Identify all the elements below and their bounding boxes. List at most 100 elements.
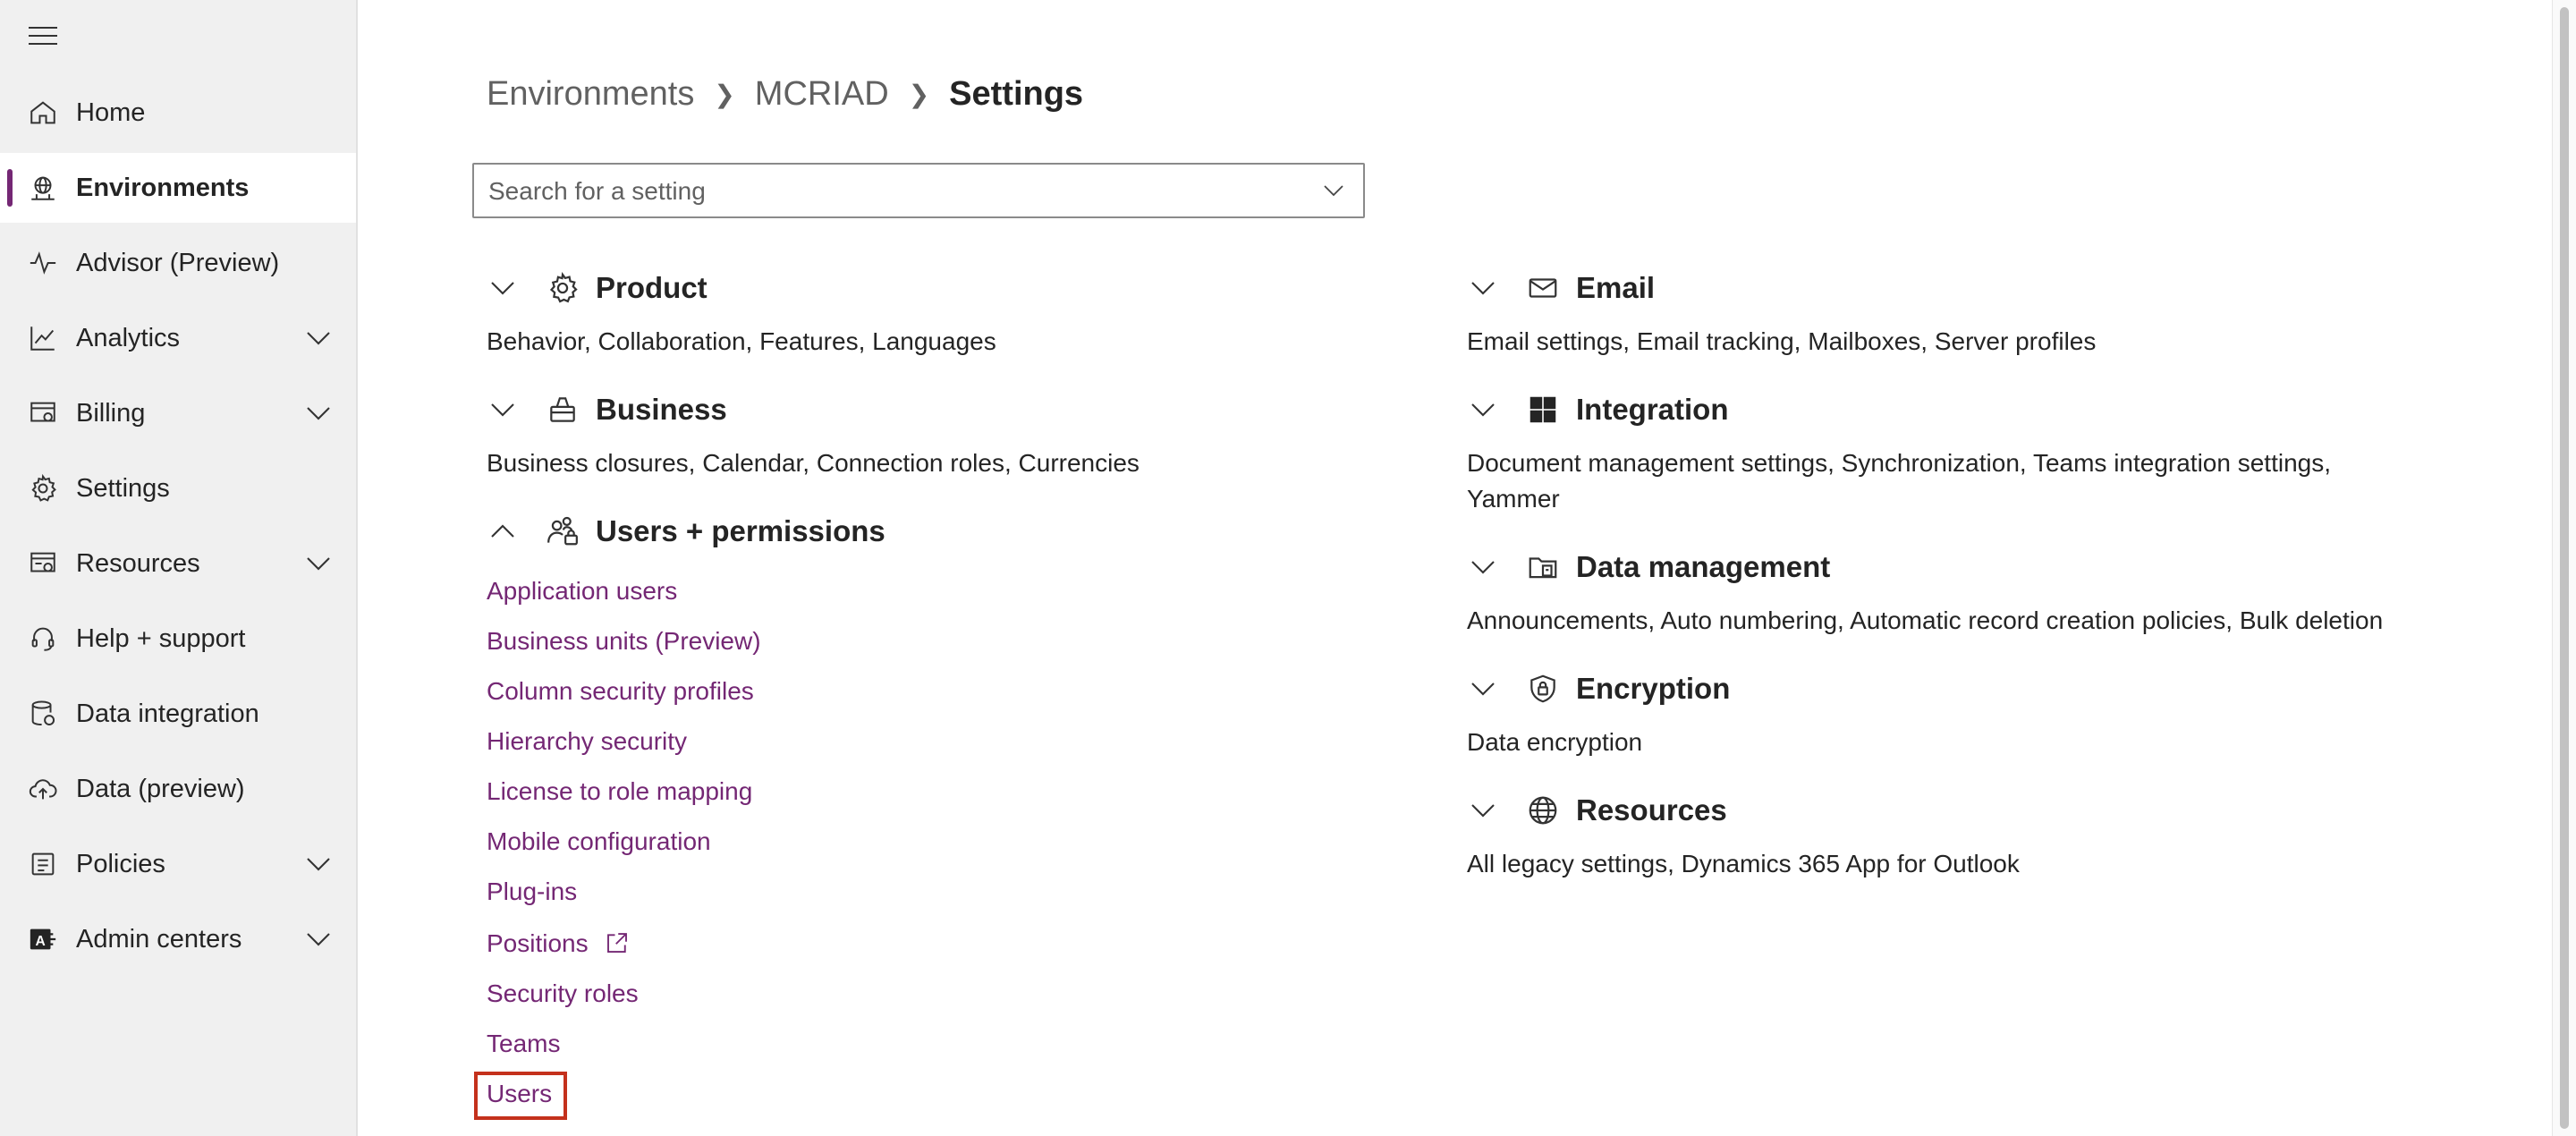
chevron-down-icon[interactable] (302, 923, 335, 955)
section-data-management-header[interactable]: Data management (1467, 546, 1830, 589)
section-description: Announcements, Auto numbering, Automatic… (1467, 606, 2384, 634)
link-teams[interactable]: Teams (487, 1030, 560, 1058)
section-description: Behavior, Collaboration, Features, Langu… (487, 327, 996, 355)
gear-icon (27, 472, 59, 504)
sidebar-item-policies[interactable]: Policies (0, 829, 356, 899)
link-security-roles[interactable]: Security roles (487, 979, 639, 1008)
chevron-down-icon[interactable] (1467, 673, 1499, 705)
sidebar-item-admin-centers[interactable]: A Admin centers (0, 904, 356, 974)
gear-icon (549, 271, 578, 303)
section-product-header[interactable]: Product (487, 267, 708, 309)
section-title: Data management (1576, 550, 1831, 583)
sidebar: Home Environments Advisor (Preview) Anal… (0, 0, 358, 1136)
breadcrumb-environment-name[interactable]: MCRIAD (755, 75, 889, 114)
chevron-down-icon[interactable] (302, 848, 335, 880)
section-email-header[interactable]: Email (1467, 267, 1655, 309)
section-title: Users + permissions (596, 514, 886, 547)
section-title: Resources (1576, 793, 1727, 827)
link-application-users[interactable]: Application users (487, 577, 677, 606)
chevron-down-icon[interactable] (1467, 794, 1499, 827)
section-description: Business closures, Calendar, Connection … (487, 449, 1140, 477)
section-resources-header[interactable]: Resources (1467, 789, 1727, 832)
chevron-up-icon[interactable] (487, 515, 519, 547)
sidebar-item-billing[interactable]: Billing (0, 378, 356, 448)
link-license-to-role-mapping[interactable]: License to role mapping (487, 777, 752, 806)
shield-icon (27, 848, 59, 880)
chevron-right-icon: ❯ (908, 81, 930, 108)
link-mobile-configuration[interactable]: Mobile configuration (487, 827, 711, 856)
chevron-right-icon: ❯ (714, 81, 735, 108)
sidebar-item-label: Billing (76, 398, 146, 428)
section-business-header[interactable]: Business (487, 388, 727, 431)
sidebar-item-label: Analytics (76, 323, 181, 352)
headset-icon (27, 623, 59, 655)
cloud-upload-icon (27, 773, 59, 805)
section-title: Product (596, 271, 708, 304)
chevron-down-icon[interactable] (302, 397, 335, 429)
sidebar-item-label: Admin centers (76, 924, 242, 954)
billing-icon (27, 397, 59, 429)
sidebar-item-label: Environments (76, 173, 250, 202)
chevron-down-icon[interactable] (1320, 177, 1347, 204)
search-input[interactable] (474, 165, 1295, 218)
chevron-down-icon[interactable] (302, 322, 335, 354)
sidebar-item-advisor[interactable]: Advisor (Preview) (0, 228, 356, 298)
chevron-down-icon[interactable] (1467, 394, 1499, 426)
globe-icon (1529, 796, 1557, 825)
sidebar-item-environments[interactable]: Environments (0, 153, 356, 223)
link-column-security-profiles[interactable]: Column security profiles (487, 677, 754, 706)
link-users[interactable]: Users (487, 1080, 552, 1108)
sidebar-item-label: Home (76, 97, 146, 127)
sidebar-item-label: Advisor (Preview) (76, 248, 280, 277)
sidebar-item-data-preview[interactable]: Data (preview) (0, 754, 356, 824)
open-in-new-icon (607, 933, 628, 953)
people-lock-icon (547, 516, 578, 546)
chevron-down-icon[interactable] (1467, 272, 1499, 304)
breadcrumb-environments[interactable]: Environments (487, 75, 694, 114)
section-integration-header[interactable]: Integration (1467, 388, 1729, 431)
page-title: Settings (949, 75, 1084, 113)
sidebar-item-data-integration[interactable]: Data integration (0, 679, 356, 749)
section-title: Integration (1576, 393, 1729, 426)
sidebar-item-settings[interactable]: Settings (0, 454, 356, 523)
admin-centers-icon: A (27, 923, 59, 955)
data-management-icon (1529, 557, 1557, 579)
chevron-down-icon[interactable] (302, 547, 335, 580)
sidebar-item-label: Help + support (76, 623, 246, 653)
section-description: Email settings, Email tracking, Mailboxe… (1467, 327, 2097, 355)
mail-icon (1529, 278, 1557, 298)
section-title: Email (1576, 271, 1656, 304)
windows-icon (1530, 396, 1556, 423)
sidebar-item-resources[interactable]: Resources (0, 529, 356, 598)
section-encryption-header[interactable]: Encryption (1467, 667, 1730, 710)
chevron-down-icon[interactable] (487, 394, 519, 426)
link-plug-ins[interactable]: Plug-ins (487, 877, 577, 906)
chevron-down-icon[interactable] (487, 272, 519, 304)
sidebar-item-analytics[interactable]: Analytics (0, 303, 356, 373)
database-icon (27, 698, 59, 730)
link-label: Positions (487, 929, 589, 957)
sidebar-item-label: Settings (76, 473, 170, 503)
link-business-units[interactable]: Business units (Preview) (487, 627, 761, 656)
hamburger-menu-icon[interactable] (29, 27, 57, 50)
chevron-down-icon[interactable] (1467, 551, 1499, 583)
section-description: Data encryption (1467, 728, 1643, 756)
link-positions[interactable]: Positions (487, 929, 631, 958)
search-setting-combobox[interactable] (472, 163, 1365, 218)
sidebar-item-label: Resources (76, 548, 200, 578)
section-description: Document management settings, Synchroniz… (1467, 449, 2331, 513)
shield-lock-icon (1530, 674, 1555, 703)
sidebar-item-label: Data (preview) (76, 774, 245, 803)
sidebar-item-home[interactable]: Home (0, 78, 356, 148)
svg-text:A: A (36, 934, 46, 949)
section-users-permissions-header[interactable]: Users + permissions (487, 510, 886, 553)
breadcrumb: Environments ❯ MCRIAD ❯ Settings (487, 75, 1083, 114)
sidebar-item-label: Data integration (76, 699, 259, 728)
scrollbar-thumb[interactable] (2560, 7, 2569, 1129)
chart-line-icon (27, 322, 59, 354)
sidebar-item-help-support[interactable]: Help + support (0, 604, 356, 674)
vertical-scrollbar[interactable] (2552, 0, 2576, 1136)
section-description: All legacy settings, Dynamics 365 App fo… (1467, 850, 2020, 877)
environments-icon (27, 172, 59, 204)
link-hierarchy-security[interactable]: Hierarchy security (487, 727, 687, 756)
